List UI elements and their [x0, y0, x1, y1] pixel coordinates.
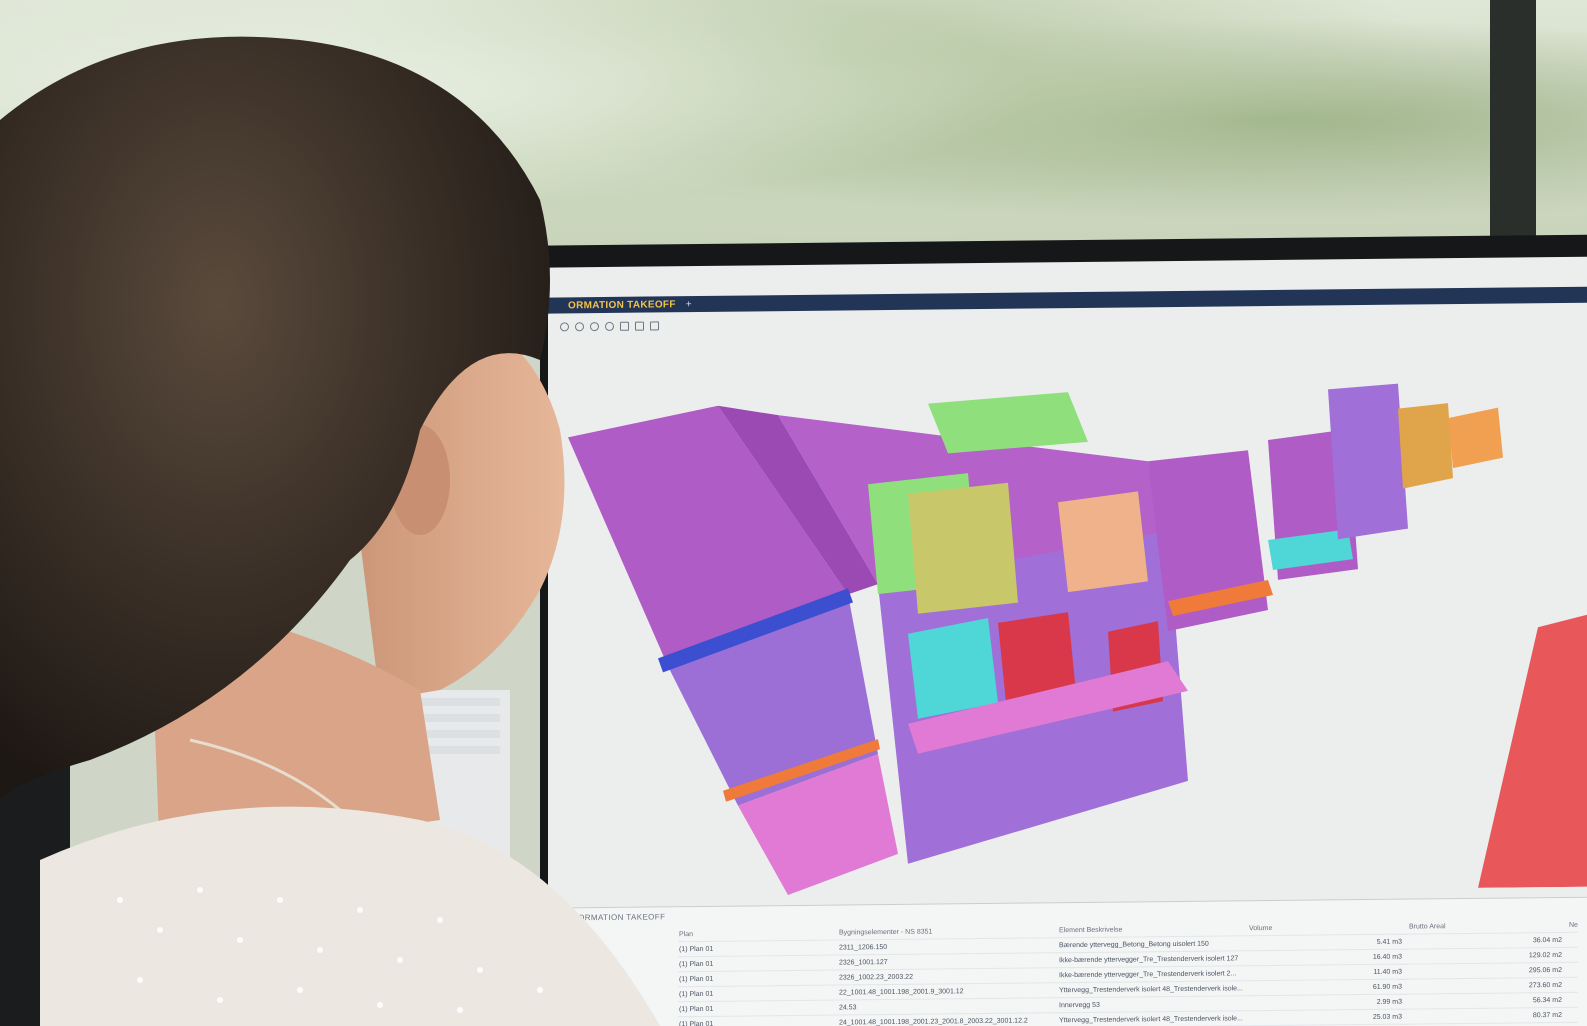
table-cell: 295.06 m2: [1408, 962, 1568, 980]
table-cell: 56.34 m2: [1408, 992, 1568, 1010]
model-house-5: [1328, 383, 1408, 540]
model-opening-yellow: [908, 482, 1018, 614]
table-cell: Yttervegg_Trestenderverk isolert 48_Tres…: [1058, 1010, 1248, 1026]
table-cell: 24_1001.48_1001.198_2001.23_2001.8_2003.…: [838, 1012, 1058, 1026]
takeoff-table: Plan Bygningselementer - NS 8351 Element…: [678, 918, 1578, 1026]
table-cell: [1568, 1007, 1578, 1023]
blouse: [40, 806, 660, 1026]
takeoff-table-body: (1) Plan 01 2311_1206.150 Bærende ytterveg…: [678, 932, 1578, 1026]
table-cell: [1568, 962, 1578, 978]
table-cell: 80.37 m2: [1408, 1007, 1568, 1025]
table-cell: [1568, 992, 1578, 1008]
table-cell: 2.99 m3: [1248, 994, 1408, 1011]
window-frame: [1490, 0, 1536, 250]
column-header[interactable]: Brutto Areal: [1408, 918, 1568, 934]
model-house-7: [1448, 407, 1503, 469]
model-building-right: [1478, 606, 1587, 888]
model-opening-cyan: [908, 617, 998, 719]
table-cell: 273.60 m2: [1408, 977, 1568, 995]
table-cell: [1568, 932, 1578, 948]
model-house-3-green: [928, 392, 1088, 454]
table-cell: 16.40 m3: [1248, 949, 1408, 966]
table-cell: 25.03 m3: [1248, 1009, 1408, 1026]
photo-scene: ORMATION TAKEOFF + INFORMATION TAKEOFF P…: [0, 0, 1587, 1026]
table-cell: 61.90 m3: [1248, 979, 1408, 996]
table-cell: 5.41 m3: [1248, 934, 1408, 951]
table-cell: 36.04 m2: [1408, 932, 1568, 950]
table-cell: 221.33 m2: [1408, 1022, 1568, 1026]
table-cell: 129.02 m2: [1408, 947, 1568, 965]
table-cell: [1568, 1022, 1578, 1026]
table-cell: [1568, 977, 1578, 993]
table-cell: 11.40 m3: [1248, 964, 1408, 981]
model-house-6: [1398, 403, 1453, 489]
table-cell: [1568, 947, 1578, 963]
model-opening-peach: [1058, 491, 1148, 593]
person-foreground: [0, 36, 660, 1026]
column-header[interactable]: Ne: [1568, 918, 1578, 933]
